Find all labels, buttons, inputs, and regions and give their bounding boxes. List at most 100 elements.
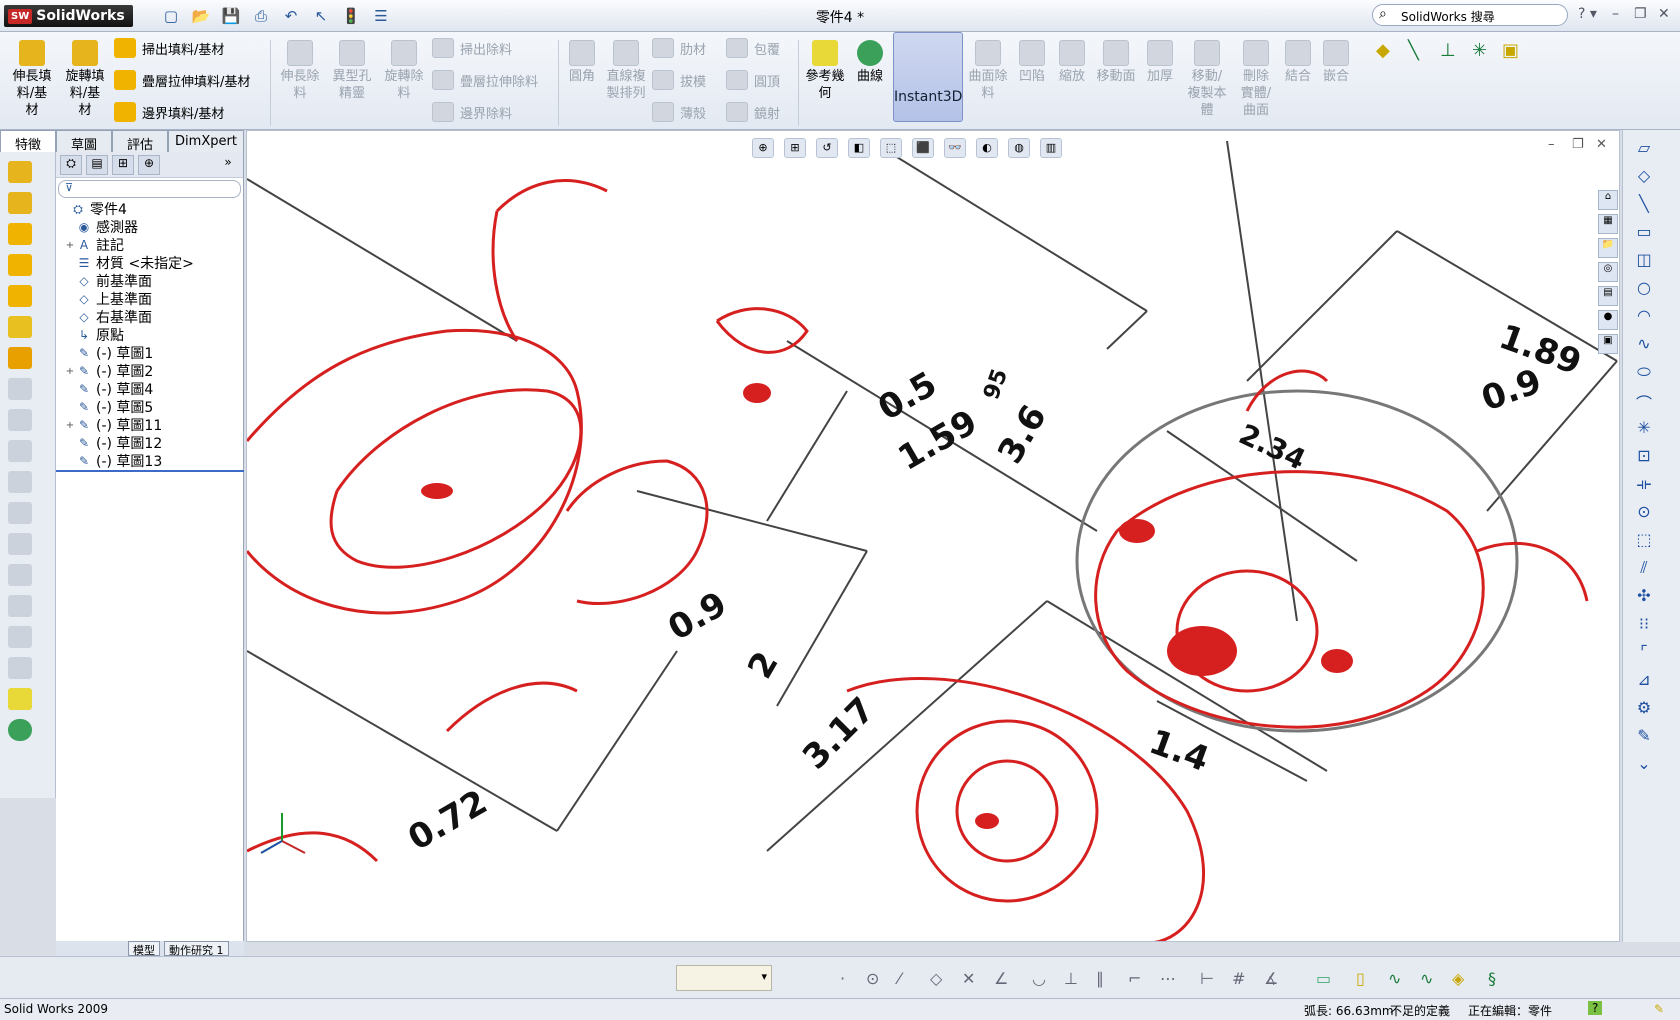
line-icon[interactable]: ╲ — [1633, 194, 1655, 214]
apply-scene-icon[interactable]: ◍ — [1008, 138, 1030, 158]
tree-item[interactable]: ◇ 上基準面 — [56, 290, 243, 308]
axis-icon[interactable]: ╲ — [1408, 40, 1419, 61]
dome-tool-icon[interactable] — [8, 626, 32, 648]
rebuild-status-icon[interactable]: ✎ — [1654, 1002, 1664, 1016]
delete-icon[interactable] — [8, 471, 32, 493]
revolved-cut-button[interactable]: 旋轉除 料 — [380, 40, 428, 102]
home-icon[interactable]: ⌂ — [1598, 190, 1618, 210]
reference-geometry-button[interactable]: 參考幾 何 — [802, 40, 848, 102]
dimension-icon[interactable]: ⊢ — [1200, 969, 1214, 988]
view-palette-icon[interactable]: ▤ — [1598, 286, 1618, 306]
graphics-area[interactable]: 0.5 1.59 3.6 95 1.89 0.9 2.34 0.9 2 3.17… — [246, 130, 1620, 942]
rib-button[interactable]: 肋材 — [652, 38, 706, 58]
sketch-point-icon[interactable]: ✳ — [1633, 418, 1655, 438]
appearances-icon[interactable]: ● — [1598, 310, 1618, 330]
instant3d-button[interactable]: Instant3D — [893, 32, 963, 122]
plane-feature-icon[interactable] — [8, 347, 32, 369]
indent-button[interactable]: 凹陷 — [1012, 40, 1052, 85]
shell-tool-icon[interactable] — [8, 502, 32, 524]
fillet-sketch-icon[interactable]: ⌒ — [1633, 390, 1655, 413]
loft-icon[interactable] — [8, 254, 32, 276]
pattern-icon[interactable]: ⁝⁝ — [1633, 614, 1655, 634]
tangent-snap-icon[interactable]: ⁄ — [898, 969, 901, 988]
mirror-tool-icon[interactable] — [8, 657, 32, 679]
tree-item[interactable]: ✎ (-) 草圖1 — [56, 344, 243, 362]
cut-icon[interactable] — [8, 378, 32, 400]
help-icon[interactable]: ? ▾ — [1578, 6, 1597, 22]
quick-snaps-icon[interactable]: ⌜ — [1633, 642, 1655, 662]
fillet-button[interactable]: 圓角 — [562, 40, 602, 85]
hide-show-items-icon[interactable]: 👓 — [944, 138, 966, 158]
rapid-sketch-icon[interactable]: ✎ — [1633, 726, 1655, 746]
revolve-icon[interactable] — [8, 192, 32, 214]
dome-button[interactable]: 圓頂 — [726, 70, 780, 90]
tab-evaluate[interactable]: 評估 — [112, 130, 168, 153]
linear-pattern-button[interactable]: 直線複 製排列 — [604, 40, 648, 102]
tab-features[interactable]: 特徵 — [0, 130, 56, 153]
tab-model[interactable]: 模型 — [128, 941, 160, 957]
layer-dropdown[interactable]: ▾ — [676, 965, 772, 991]
tree-filter[interactable]: ⊽ — [58, 180, 241, 198]
rib-tool-icon[interactable] — [8, 533, 32, 555]
section-view-icon[interactable]: ◧ — [848, 138, 870, 158]
search-results-icon[interactable]: ◎ — [1598, 262, 1618, 282]
tree-item[interactable]: + A 註記 — [56, 236, 243, 254]
length-icon[interactable]: ⋯ — [1160, 969, 1176, 988]
sweep-icon[interactable] — [8, 223, 32, 245]
move-face-button[interactable]: 移動面 — [1092, 40, 1140, 85]
tree-item[interactable]: ☰ 材質 <未指定> — [56, 254, 243, 272]
convert-entities-icon[interactable]: ⬚ — [1633, 530, 1655, 550]
angle-icon[interactable]: ∡ — [1264, 969, 1278, 988]
shell-button[interactable]: 薄殼 — [652, 102, 706, 122]
perpendicular-icon[interactable]: ⊥ — [1064, 969, 1078, 988]
offset-icon[interactable]: ⫽ — [1633, 558, 1655, 578]
parallel-icon[interactable]: ∥ — [1096, 969, 1104, 988]
point-icon[interactable]: ✳ — [1472, 40, 1487, 61]
close-button[interactable]: ✕ — [1658, 6, 1670, 22]
boundary-icon[interactable] — [8, 285, 32, 307]
edit-appearance-icon[interactable]: ◐ — [976, 138, 998, 158]
spline-tool-icon[interactable]: § — [1488, 969, 1496, 988]
previous-view-icon[interactable]: ↺ — [816, 138, 838, 158]
tab-sketch[interactable]: 草圖 — [56, 130, 112, 153]
sketch-icon[interactable]: ▱ — [1633, 138, 1655, 158]
smart-dimension-icon[interactable]: ◇ — [1633, 166, 1655, 186]
draft-button[interactable]: 拔模 — [652, 70, 706, 90]
tree-item[interactable]: ◉ 感測器 — [56, 218, 243, 236]
tree-expand-icon[interactable]: + — [64, 420, 76, 431]
view-orientation-icon[interactable]: ⬚ — [880, 138, 902, 158]
slot-icon[interactable]: ◫ — [1633, 250, 1655, 270]
sweep-cut-icon[interactable] — [8, 440, 32, 462]
delete-body-button[interactable]: 刪除 實體/ 曲面 — [1234, 40, 1278, 119]
line-sketch-icon[interactable]: ∿ — [1388, 969, 1401, 988]
tree-item[interactable]: ↳ 原點 — [56, 326, 243, 344]
circle-snap-icon[interactable]: ⊙ — [866, 969, 879, 988]
restore-button[interactable]: ❐ — [1634, 6, 1647, 22]
text-icon[interactable]: ⊡ — [1633, 446, 1655, 466]
swept-cut-button[interactable]: 掃出除料 — [432, 38, 512, 58]
viewport-minimize-icon[interactable]: – — [1548, 137, 1555, 152]
tree-expand-icon[interactable]: + — [64, 240, 76, 251]
swept-boss-button[interactable]: 掃出填料/基材 — [114, 38, 224, 58]
hole-wizard-button[interactable]: 異型孔 精靈 — [328, 40, 376, 102]
search-box[interactable]: ⌕ SolidWorks 搜尋 — [1372, 4, 1568, 26]
rollback-bar[interactable] — [56, 470, 244, 472]
nearest-snap-icon[interactable]: ∠ — [994, 969, 1008, 988]
wrap-button[interactable]: 包覆 — [726, 38, 780, 58]
thicken-boss-icon[interactable] — [8, 316, 32, 338]
expand-panel-icon[interactable]: » — [217, 155, 239, 175]
relations-icon[interactable]: ◈ — [1452, 969, 1464, 988]
trim-icon[interactable]: ⊙ — [1633, 502, 1655, 522]
configuration-manager-icon[interactable]: ⊞ — [112, 155, 134, 175]
zoom-to-fit-icon[interactable]: ⊕ — [752, 138, 774, 158]
instant3d-toggle-icon[interactable]: ▯ — [1356, 969, 1365, 988]
tree-item[interactable]: ◇ 前基準面 — [56, 272, 243, 290]
circle-icon[interactable]: ○ — [1633, 278, 1655, 298]
curve-sketch-icon[interactable]: ∿ — [1420, 969, 1433, 988]
tree-item[interactable]: + ✎ (-) 草圖11 — [56, 416, 243, 434]
zoom-area-icon[interactable]: ⊞ — [784, 138, 806, 158]
arc-icon[interactable]: ◠ — [1633, 306, 1655, 326]
minimize-button[interactable]: – — [1612, 6, 1619, 22]
tree-item[interactable]: ✎ (-) 草圖4 — [56, 380, 243, 398]
ellipse-icon[interactable]: ⬭ — [1633, 362, 1655, 382]
